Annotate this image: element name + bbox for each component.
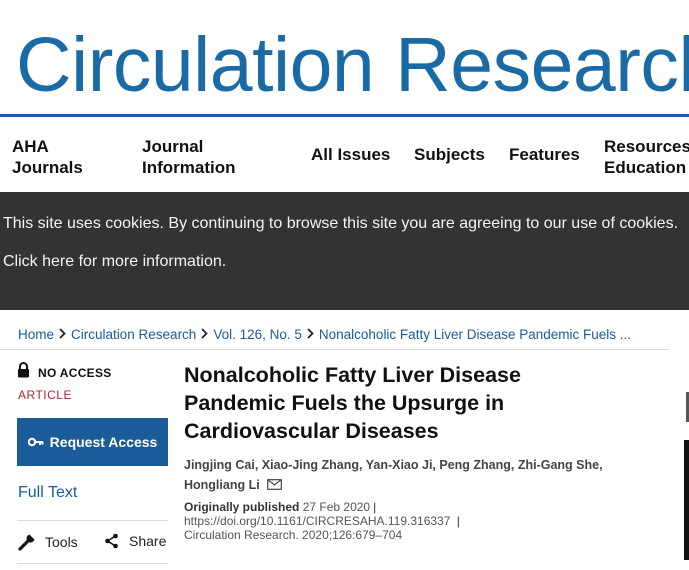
publication-date-line: Originally published 27 Feb 2020 | — [184, 500, 460, 514]
breadcrumb-article[interactable]: Nonalcoholic Fatty Liver Disease Pandemi… — [319, 327, 631, 342]
nav-item-label: Journals — [12, 158, 83, 177]
nav-item-aha-journals[interactable]: AHA Journals — [12, 136, 83, 178]
access-status: NO ACCESS — [17, 362, 112, 383]
request-access-label: Request Access — [49, 434, 158, 450]
request-access-button[interactable]: Request Access — [17, 418, 168, 466]
nav-item-label: Information — [142, 158, 236, 177]
published-date: 27 Feb 2020 — [302, 500, 371, 514]
article-title: Nonalcoholic Fatty Liver Disease Pandemi… — [184, 363, 521, 443]
doi-link[interactable]: https://doi.org/10.1161/CIRCRESAHA.119.3… — [184, 514, 450, 528]
authors-line[interactable]: Jingjing Cai, Xiao-Jing Zhang, Yan-Xiao … — [184, 455, 644, 475]
chevron-right-icon — [307, 327, 314, 342]
chevron-right-icon — [59, 327, 66, 342]
wrench-icon — [18, 533, 36, 551]
right-panel-image-edge — [684, 440, 689, 560]
key-icon — [27, 437, 44, 447]
nav-item-resources-education[interactable]: Resources & Education — [604, 136, 689, 178]
authors-line-corresponding: Hongliang Li — [184, 475, 644, 496]
publication-info: Originally published 27 Feb 2020 | https:… — [184, 500, 460, 542]
separator: | — [373, 500, 377, 514]
journal-logo-title[interactable]: Circulation Research — [16, 20, 689, 110]
share-button[interactable]: Share — [104, 533, 166, 549]
lock-icon — [17, 362, 30, 383]
cookie-banner: This site uses cookies. By continuing to… — [0, 192, 689, 310]
masthead-rule — [0, 114, 689, 117]
sidebar-divider — [17, 563, 168, 564]
access-label: NO ACCESS — [38, 365, 112, 380]
nav-item-label: Journal — [142, 137, 204, 156]
breadcrumb: Home Circulation Research Vol. 126, No. 5 N… — [18, 326, 668, 342]
cookie-more-info-link[interactable]: Click here for more information. — [3, 252, 226, 272]
nav-item-label: Resources & — [604, 137, 689, 156]
breadcrumb-journal[interactable]: Circulation Research — [71, 327, 196, 342]
tools-label: Tools — [45, 534, 78, 550]
article-type-label: ARTICLE — [18, 388, 72, 402]
sidebar-divider — [17, 520, 168, 521]
share-label: Share — [129, 533, 167, 549]
nav-item-journal-information[interactable]: Journal Information — [142, 136, 236, 178]
citation-line: Circulation Research. 2020;126:679–704 — [184, 528, 460, 542]
breadcrumb-home[interactable]: Home — [18, 327, 54, 342]
breadcrumb-divider — [0, 349, 669, 350]
published-label: Originally published — [184, 500, 300, 514]
masthead: Circulation Research — [0, 0, 689, 118]
chevron-right-icon — [201, 327, 209, 342]
corresponding-author[interactable]: Hongliang Li — [184, 478, 260, 492]
nav-item-features[interactable]: Features — [509, 144, 580, 165]
share-icon — [104, 533, 119, 549]
doi-line: https://doi.org/10.1161/CIRCRESAHA.119.3… — [184, 514, 460, 528]
main-nav: AHA Journals Journal Information All Iss… — [0, 118, 689, 192]
separator: | — [453, 514, 460, 528]
author-list: Jingjing Cai, Xiao-Jing Zhang, Yan-Xiao … — [184, 455, 644, 496]
nav-item-all-issues[interactable]: All Issues — [311, 144, 390, 165]
full-text-link[interactable]: Full Text — [18, 484, 77, 502]
cookie-message: This site uses cookies. By continuing to… — [3, 215, 679, 232]
envelope-icon[interactable] — [267, 476, 283, 496]
citation: Circulation Research. 2020;126:679–704 — [184, 528, 403, 542]
nav-item-subjects[interactable]: Subjects — [414, 144, 485, 165]
tools-button[interactable]: Tools — [18, 533, 78, 551]
nav-item-label: Education — [604, 158, 687, 177]
nav-item-label: AHA — [12, 137, 49, 156]
breadcrumb-issue[interactable]: Vol. 126, No. 5 — [213, 327, 302, 342]
